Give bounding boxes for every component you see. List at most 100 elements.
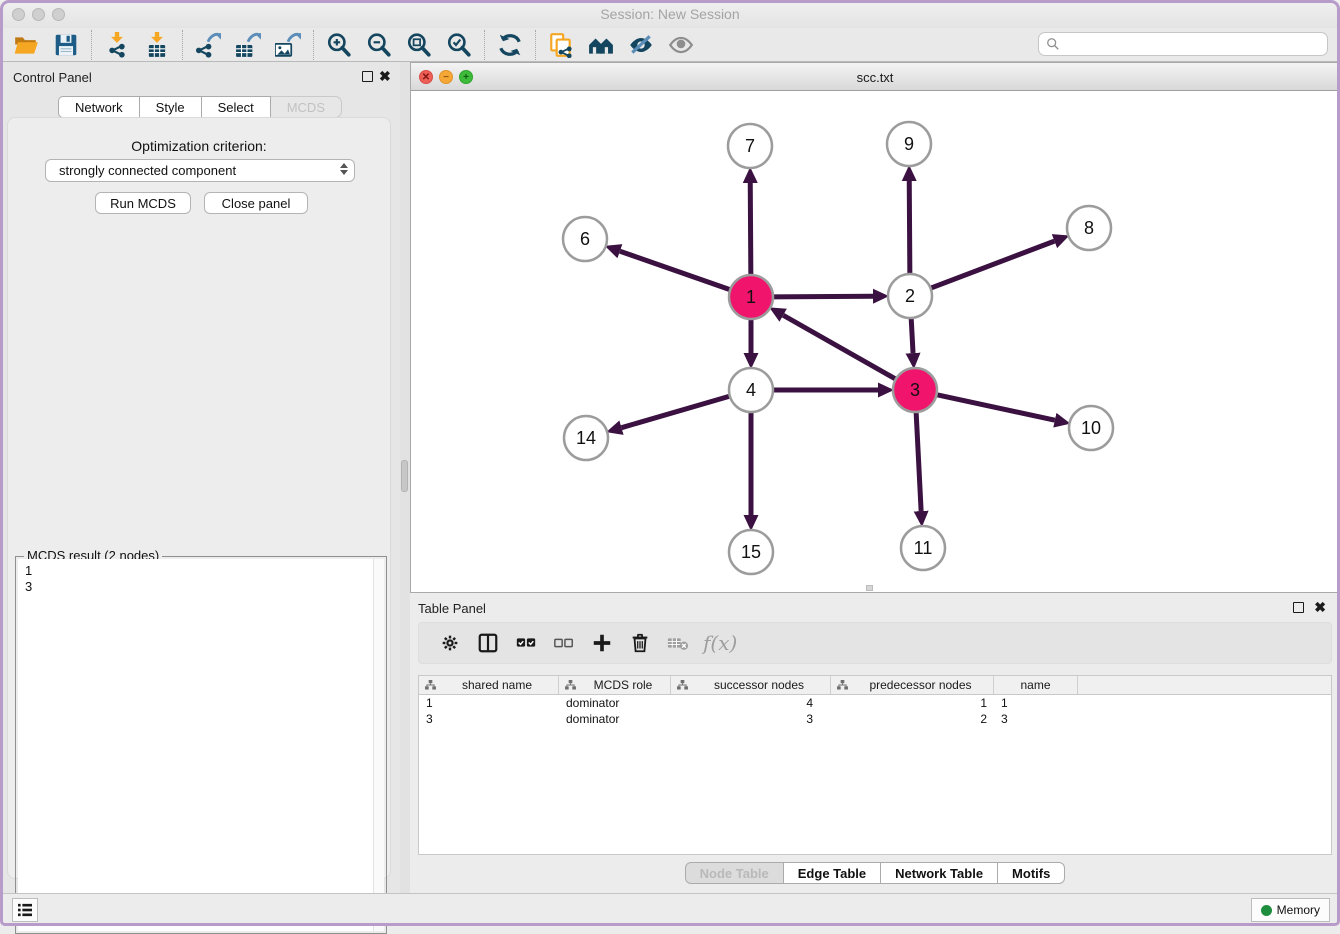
tab-network[interactable]: Network xyxy=(58,96,140,118)
table-row[interactable]: 1dominator411 xyxy=(419,695,1331,711)
tab-style[interactable]: Style xyxy=(140,96,202,118)
settings-icon[interactable] xyxy=(431,628,469,658)
table-cell: 3 xyxy=(671,711,831,727)
tab-mcds[interactable]: MCDS xyxy=(271,96,342,118)
column-header-predecessor-nodes[interactable]: predecessor nodes xyxy=(831,676,994,694)
control-panel: Control Panel ✖ NetworkStyleSelectMCDS O… xyxy=(0,62,400,893)
float-panel-icon[interactable] xyxy=(362,71,373,82)
svg-text:7: 7 xyxy=(745,136,755,156)
close-panel-icon[interactable]: ✖ xyxy=(379,68,391,85)
clone-network-icon[interactable] xyxy=(541,30,581,60)
window-resize-handle[interactable] xyxy=(866,585,873,591)
deselect-all-icon[interactable] xyxy=(545,628,583,658)
node-15[interactable]: 15 xyxy=(729,530,773,574)
node-10[interactable]: 10 xyxy=(1069,406,1113,450)
panel-divider[interactable] xyxy=(400,62,410,893)
zoom-selected-icon[interactable] xyxy=(439,30,479,60)
refresh-icon[interactable] xyxy=(490,30,530,60)
table-cell: 1 xyxy=(831,695,994,711)
window-title: Session: New Session xyxy=(0,6,1340,22)
main-toolbar xyxy=(0,28,1340,62)
search-input[interactable] xyxy=(1060,37,1327,51)
control-panel-tabs: NetworkStyleSelectMCDS xyxy=(0,96,400,118)
edge-1-7[interactable] xyxy=(750,183,751,275)
network-canvas[interactable]: 7 9 6 8 1 2 4 3 14 10 15 11 xyxy=(411,91,1339,592)
result-scrollbar[interactable] xyxy=(373,559,384,931)
edge-1-2[interactable] xyxy=(773,296,873,297)
column-header-name[interactable]: name xyxy=(994,676,1078,694)
edge-2-8[interactable] xyxy=(931,241,1055,288)
table-header-row: shared nameMCDS rolesuccessor nodesprede… xyxy=(419,676,1331,695)
svg-text:4: 4 xyxy=(746,380,756,400)
edge-4-14[interactable] xyxy=(622,396,730,428)
edge-3-10[interactable] xyxy=(937,395,1055,421)
save-session-icon[interactable] xyxy=(46,30,86,60)
column-header-successor-nodes[interactable]: successor nodes xyxy=(671,676,831,694)
show-view-icon[interactable] xyxy=(661,30,701,60)
network-view-title: scc.txt xyxy=(411,70,1339,85)
node-7[interactable]: 7 xyxy=(728,124,772,168)
tab-motifs[interactable]: Motifs xyxy=(998,862,1065,884)
export-table-icon[interactable] xyxy=(228,30,268,60)
table-cell: dominator xyxy=(559,695,671,711)
edge-2-3[interactable] xyxy=(911,318,913,353)
optimization-criterion-select[interactable]: strongly connected component xyxy=(45,159,355,182)
node-9[interactable]: 9 xyxy=(887,122,931,166)
column-header-MCDS-role[interactable]: MCDS role xyxy=(559,676,671,694)
float-table-panel-icon[interactable] xyxy=(1293,602,1304,613)
hide-view-icon[interactable] xyxy=(621,30,661,60)
tab-network-table[interactable]: Network Table xyxy=(881,862,998,884)
delete-row-icon[interactable] xyxy=(621,628,659,658)
task-history-button[interactable] xyxy=(12,898,38,922)
function-builder-icon[interactable]: f(x) xyxy=(703,631,737,655)
edge-3-11[interactable] xyxy=(916,412,921,511)
svg-text:15: 15 xyxy=(741,542,761,562)
node-6[interactable]: 6 xyxy=(563,217,607,261)
control-panel-title: Control Panel xyxy=(13,70,92,85)
table-row[interactable]: 3dominator323 xyxy=(419,711,1331,727)
svg-text:11: 11 xyxy=(914,538,933,558)
home-view-icon[interactable] xyxy=(581,30,621,60)
toolbar-separator xyxy=(313,30,314,60)
edge-2-9[interactable] xyxy=(909,181,910,274)
close-table-panel-icon[interactable]: ✖ xyxy=(1314,599,1326,616)
mcds-result-list[interactable]: 1 3 xyxy=(18,559,384,931)
zoom-out-icon[interactable] xyxy=(359,30,399,60)
node-1[interactable]: 1 xyxy=(729,275,773,319)
node-11[interactable]: 11 xyxy=(901,526,945,570)
import-table-icon[interactable] xyxy=(137,30,177,60)
add-row-icon[interactable] xyxy=(583,628,621,658)
toolbar-separator xyxy=(535,30,536,60)
tab-select[interactable]: Select xyxy=(202,96,271,118)
export-network-icon[interactable] xyxy=(188,30,228,60)
search-box[interactable] xyxy=(1038,32,1328,56)
node-14[interactable]: 14 xyxy=(564,416,608,460)
tab-node-table[interactable]: Node Table xyxy=(685,862,784,884)
network-window-titlebar[interactable]: ✕ − + scc.txt xyxy=(411,63,1339,91)
close-panel-button[interactable]: Close panel xyxy=(204,192,308,214)
svg-text:10: 10 xyxy=(1081,418,1101,438)
export-image-icon[interactable] xyxy=(268,30,308,60)
zoom-in-icon[interactable] xyxy=(319,30,359,60)
node-2[interactable]: 2 xyxy=(888,274,932,318)
select-all-icon[interactable] xyxy=(507,628,545,658)
node-3[interactable]: 3 xyxy=(893,368,937,412)
columns-icon[interactable] xyxy=(469,628,507,658)
run-mcds-button[interactable]: Run MCDS xyxy=(95,192,191,214)
delete-table-icon[interactable] xyxy=(659,628,697,658)
network-graph[interactable]: 7 9 6 8 1 2 4 3 14 10 15 11 xyxy=(411,91,1339,592)
table-panel: Table Panel ✖ f(x) shared nameMCDS roles… xyxy=(410,593,1340,893)
edge-3-1[interactable] xyxy=(783,315,896,379)
node-4[interactable]: 4 xyxy=(729,368,773,412)
tab-edge-table[interactable]: Edge Table xyxy=(784,862,881,884)
zoom-fit-icon[interactable] xyxy=(399,30,439,60)
node-8[interactable]: 8 xyxy=(1067,206,1111,250)
open-session-icon[interactable] xyxy=(6,30,46,60)
divider-scroll-thumb[interactable] xyxy=(401,460,408,492)
import-network-icon[interactable] xyxy=(97,30,137,60)
memory-button[interactable]: Memory xyxy=(1251,898,1330,922)
column-header-shared-name[interactable]: shared name xyxy=(419,676,559,694)
svg-text:14: 14 xyxy=(576,428,596,448)
network-view-window: ✕ − + scc.txt 7 9 6 8 1 2 4 3 14 10 15 11 xyxy=(410,62,1340,593)
edge-1-6[interactable] xyxy=(620,251,730,290)
